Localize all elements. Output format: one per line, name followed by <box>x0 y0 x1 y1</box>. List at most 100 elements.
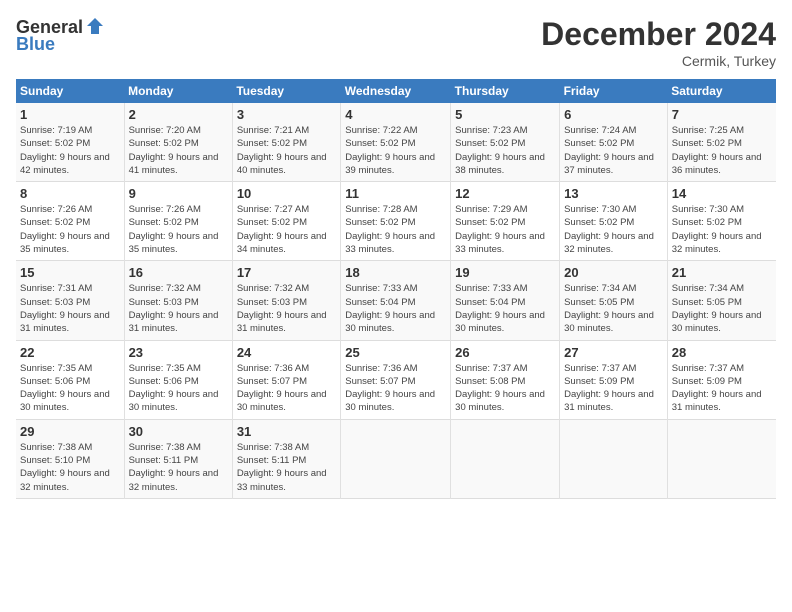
calendar-cell: 16 Sunrise: 7:32 AMSunset: 5:03 PMDaylig… <box>124 261 232 340</box>
day-number: 8 <box>20 186 120 201</box>
day-number: 23 <box>129 345 228 360</box>
day-detail: Sunrise: 7:32 AMSunset: 5:03 PMDaylight:… <box>129 283 219 334</box>
col-header-sunday: Sunday <box>16 79 124 103</box>
day-detail: Sunrise: 7:22 AMSunset: 5:02 PMDaylight:… <box>345 125 435 176</box>
day-detail: Sunrise: 7:34 AMSunset: 5:05 PMDaylight:… <box>672 283 762 334</box>
calendar-cell: 26 Sunrise: 7:37 AMSunset: 5:08 PMDaylig… <box>451 340 560 419</box>
day-number: 11 <box>345 186 446 201</box>
day-number: 12 <box>455 186 555 201</box>
calendar-cell: 7 Sunrise: 7:25 AMSunset: 5:02 PMDayligh… <box>667 103 776 182</box>
calendar-cell: 8 Sunrise: 7:26 AMSunset: 5:02 PMDayligh… <box>16 182 124 261</box>
day-number: 21 <box>672 265 772 280</box>
calendar-cell: 17 Sunrise: 7:32 AMSunset: 5:03 PMDaylig… <box>232 261 340 340</box>
title-section: December 2024 Cermik, Turkey <box>541 16 776 69</box>
logo: General Blue <box>16 16 105 55</box>
day-detail: Sunrise: 7:24 AMSunset: 5:02 PMDaylight:… <box>564 125 654 176</box>
day-detail: Sunrise: 7:38 AMSunset: 5:11 PMDaylight:… <box>129 442 219 493</box>
calendar-cell <box>667 419 776 498</box>
calendar-cell: 25 Sunrise: 7:36 AMSunset: 5:07 PMDaylig… <box>341 340 451 419</box>
week-row-3: 15 Sunrise: 7:31 AMSunset: 5:03 PMDaylig… <box>16 261 776 340</box>
day-detail: Sunrise: 7:38 AMSunset: 5:11 PMDaylight:… <box>237 442 327 493</box>
day-detail: Sunrise: 7:33 AMSunset: 5:04 PMDaylight:… <box>455 283 545 334</box>
calendar-cell: 19 Sunrise: 7:33 AMSunset: 5:04 PMDaylig… <box>451 261 560 340</box>
day-detail: Sunrise: 7:33 AMSunset: 5:04 PMDaylight:… <box>345 283 435 334</box>
day-detail: Sunrise: 7:38 AMSunset: 5:10 PMDaylight:… <box>20 442 110 493</box>
month-title: December 2024 <box>541 16 776 53</box>
col-header-friday: Friday <box>560 79 668 103</box>
week-row-5: 29 Sunrise: 7:38 AMSunset: 5:10 PMDaylig… <box>16 419 776 498</box>
day-number: 29 <box>20 424 120 439</box>
col-header-thursday: Thursday <box>451 79 560 103</box>
logo-icon <box>85 16 105 36</box>
day-number: 6 <box>564 107 663 122</box>
calendar-cell: 12 Sunrise: 7:29 AMSunset: 5:02 PMDaylig… <box>451 182 560 261</box>
day-detail: Sunrise: 7:29 AMSunset: 5:02 PMDaylight:… <box>455 204 545 255</box>
header: General Blue December 2024 Cermik, Turke… <box>16 16 776 69</box>
calendar-cell: 31 Sunrise: 7:38 AMSunset: 5:11 PMDaylig… <box>232 419 340 498</box>
calendar-cell: 27 Sunrise: 7:37 AMSunset: 5:09 PMDaylig… <box>560 340 668 419</box>
day-number: 3 <box>237 107 336 122</box>
day-number: 22 <box>20 345 120 360</box>
col-header-monday: Monday <box>124 79 232 103</box>
calendar-cell: 13 Sunrise: 7:30 AMSunset: 5:02 PMDaylig… <box>560 182 668 261</box>
calendar-cell: 6 Sunrise: 7:24 AMSunset: 5:02 PMDayligh… <box>560 103 668 182</box>
day-number: 10 <box>237 186 336 201</box>
day-number: 13 <box>564 186 663 201</box>
calendar-cell <box>451 419 560 498</box>
day-detail: Sunrise: 7:21 AMSunset: 5:02 PMDaylight:… <box>237 125 327 176</box>
calendar-cell: 4 Sunrise: 7:22 AMSunset: 5:02 PMDayligh… <box>341 103 451 182</box>
day-detail: Sunrise: 7:31 AMSunset: 5:03 PMDaylight:… <box>20 283 110 334</box>
calendar-cell: 29 Sunrise: 7:38 AMSunset: 5:10 PMDaylig… <box>16 419 124 498</box>
day-number: 28 <box>672 345 772 360</box>
calendar-cell: 28 Sunrise: 7:37 AMSunset: 5:09 PMDaylig… <box>667 340 776 419</box>
day-detail: Sunrise: 7:35 AMSunset: 5:06 PMDaylight:… <box>129 363 219 414</box>
calendar-cell: 1 Sunrise: 7:19 AMSunset: 5:02 PMDayligh… <box>16 103 124 182</box>
day-detail: Sunrise: 7:37 AMSunset: 5:08 PMDaylight:… <box>455 363 545 414</box>
day-detail: Sunrise: 7:37 AMSunset: 5:09 PMDaylight:… <box>672 363 762 414</box>
day-number: 18 <box>345 265 446 280</box>
day-number: 31 <box>237 424 336 439</box>
day-number: 20 <box>564 265 663 280</box>
calendar-cell: 5 Sunrise: 7:23 AMSunset: 5:02 PMDayligh… <box>451 103 560 182</box>
day-detail: Sunrise: 7:19 AMSunset: 5:02 PMDaylight:… <box>20 125 110 176</box>
day-number: 30 <box>129 424 228 439</box>
calendar-cell: 22 Sunrise: 7:35 AMSunset: 5:06 PMDaylig… <box>16 340 124 419</box>
day-number: 4 <box>345 107 446 122</box>
calendar-cell: 11 Sunrise: 7:28 AMSunset: 5:02 PMDaylig… <box>341 182 451 261</box>
day-detail: Sunrise: 7:36 AMSunset: 5:07 PMDaylight:… <box>345 363 435 414</box>
day-number: 7 <box>672 107 772 122</box>
calendar-cell: 20 Sunrise: 7:34 AMSunset: 5:05 PMDaylig… <box>560 261 668 340</box>
calendar-table: SundayMondayTuesdayWednesdayThursdayFrid… <box>16 79 776 499</box>
day-detail: Sunrise: 7:23 AMSunset: 5:02 PMDaylight:… <box>455 125 545 176</box>
day-number: 25 <box>345 345 446 360</box>
header-row: SundayMondayTuesdayWednesdayThursdayFrid… <box>16 79 776 103</box>
day-number: 2 <box>129 107 228 122</box>
calendar-cell: 14 Sunrise: 7:30 AMSunset: 5:02 PMDaylig… <box>667 182 776 261</box>
calendar-cell: 2 Sunrise: 7:20 AMSunset: 5:02 PMDayligh… <box>124 103 232 182</box>
calendar-cell: 15 Sunrise: 7:31 AMSunset: 5:03 PMDaylig… <box>16 261 124 340</box>
day-detail: Sunrise: 7:34 AMSunset: 5:05 PMDaylight:… <box>564 283 654 334</box>
col-header-saturday: Saturday <box>667 79 776 103</box>
day-detail: Sunrise: 7:37 AMSunset: 5:09 PMDaylight:… <box>564 363 654 414</box>
day-detail: Sunrise: 7:20 AMSunset: 5:02 PMDaylight:… <box>129 125 219 176</box>
day-number: 1 <box>20 107 120 122</box>
col-header-wednesday: Wednesday <box>341 79 451 103</box>
page-container: General Blue December 2024 Cermik, Turke… <box>0 0 792 509</box>
day-detail: Sunrise: 7:26 AMSunset: 5:02 PMDaylight:… <box>20 204 110 255</box>
day-number: 26 <box>455 345 555 360</box>
calendar-cell: 21 Sunrise: 7:34 AMSunset: 5:05 PMDaylig… <box>667 261 776 340</box>
day-detail: Sunrise: 7:28 AMSunset: 5:02 PMDaylight:… <box>345 204 435 255</box>
day-detail: Sunrise: 7:35 AMSunset: 5:06 PMDaylight:… <box>20 363 110 414</box>
calendar-cell: 24 Sunrise: 7:36 AMSunset: 5:07 PMDaylig… <box>232 340 340 419</box>
logo-blue: Blue <box>16 34 55 55</box>
calendar-cell: 23 Sunrise: 7:35 AMSunset: 5:06 PMDaylig… <box>124 340 232 419</box>
col-header-tuesday: Tuesday <box>232 79 340 103</box>
calendar-cell <box>341 419 451 498</box>
calendar-cell: 9 Sunrise: 7:26 AMSunset: 5:02 PMDayligh… <box>124 182 232 261</box>
day-number: 24 <box>237 345 336 360</box>
day-number: 27 <box>564 345 663 360</box>
location: Cermik, Turkey <box>541 53 776 69</box>
day-detail: Sunrise: 7:26 AMSunset: 5:02 PMDaylight:… <box>129 204 219 255</box>
day-detail: Sunrise: 7:27 AMSunset: 5:02 PMDaylight:… <box>237 204 327 255</box>
calendar-cell: 3 Sunrise: 7:21 AMSunset: 5:02 PMDayligh… <box>232 103 340 182</box>
